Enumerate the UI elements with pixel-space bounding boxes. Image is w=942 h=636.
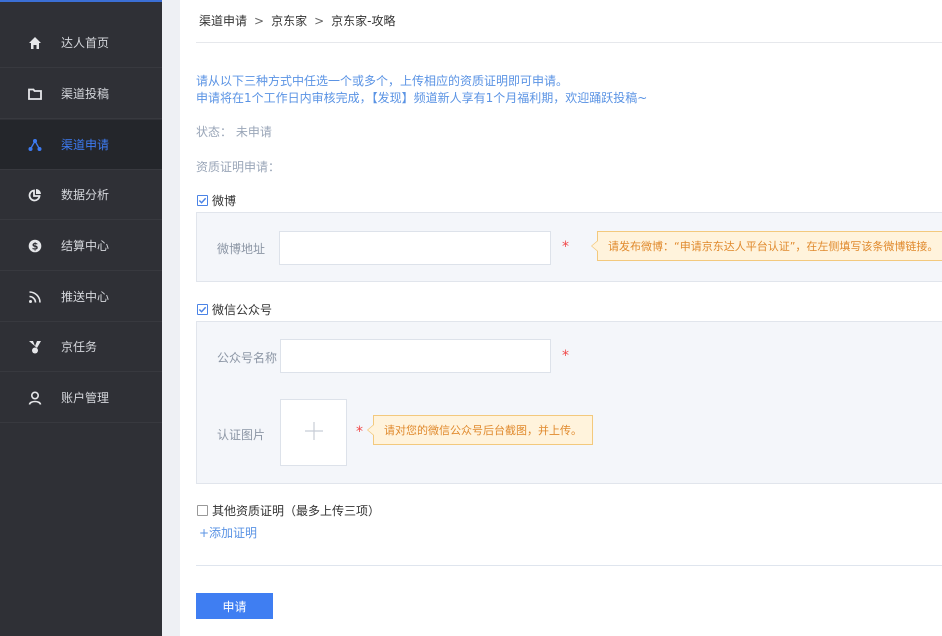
breadcrumb: 渠道申请 > 京东家 > 京东家-攻略: [199, 12, 396, 29]
sidebar-item-label: 数据分析: [61, 188, 110, 202]
wechat-checkbox-label: 微信公众号: [212, 303, 273, 317]
app-root: 达人首页 渠道投稿 渠道申请 数据分析 $ 结算中心 推送中心 京任务 账户管理…: [0, 0, 942, 636]
weibo-section: 微博地址 * 请发布微博：“申请京东达人平台认证”，在左侧填写该条微博链接。: [196, 212, 942, 282]
sidebar-item-label: 账户管理: [61, 391, 110, 405]
sidebar-item-label: 渠道投稿: [61, 87, 110, 101]
sidebar-item-tasks[interactable]: 京任务: [0, 322, 162, 372]
main-panel: 渠道申请 > 京东家 > 京东家-攻略 请从以下三种方式中任选一个或多个，上传相应的资质…: [180, 0, 942, 636]
breadcrumb-separator: >: [254, 14, 265, 28]
sidebar-top-accent: [0, 0, 162, 2]
checkbox-checked-icon: [197, 304, 208, 315]
dollar-coin-icon: $: [27, 238, 43, 254]
breadcrumb-divider: [196, 42, 942, 43]
svg-text:$: $: [32, 241, 39, 252]
weibo-checkbox[interactable]: 微博: [197, 192, 236, 209]
sidebar-item-submission[interactable]: 渠道投稿: [0, 69, 162, 119]
add-proof-link[interactable]: +添加证明: [199, 524, 257, 541]
apply-button[interactable]: 申请: [196, 593, 273, 619]
wechat-section: 公众号名称 * 认证图片 * 请对您的微信公众号后台截图，并上传。: [196, 321, 942, 484]
user-icon: [27, 390, 43, 406]
breadcrumb-item-current: 京东家-攻略: [331, 14, 396, 28]
weibo-tip: 请发布微博：“申请京东达人平台认证”，在左侧填写该条微博链接。: [590, 231, 942, 261]
medal-icon: [27, 339, 43, 355]
sidebar: 达人首页 渠道投稿 渠道申请 数据分析 $ 结算中心 推送中心 京任务 账户管理: [0, 0, 162, 636]
sidebar-item-label: 结算中心: [61, 239, 110, 253]
other-qualification-label: 其他资质证明（最多上传三项）: [212, 504, 381, 518]
required-mark: *: [562, 239, 569, 255]
checkbox-unchecked-icon: [197, 505, 208, 516]
wechat-tip: 请对您的微信公众号后台截图，并上传。: [367, 415, 593, 445]
sidebar-item-settlement[interactable]: $ 结算中心: [0, 221, 162, 271]
breadcrumb-item[interactable]: 京东家: [271, 14, 307, 28]
home-icon: [27, 35, 43, 51]
wechat-checkbox[interactable]: 微信公众号: [197, 301, 272, 318]
breadcrumb-item[interactable]: 渠道申请: [199, 14, 247, 28]
sidebar-item-label: 达人首页: [61, 36, 110, 50]
sidebar-item-account[interactable]: 账户管理: [0, 373, 162, 423]
sidebar-item-label: 京任务: [61, 340, 98, 354]
sidebar-item-label: 推送中心: [61, 290, 110, 304]
qualification-heading: 资质证明申请：: [196, 160, 281, 174]
sidebar-item-push[interactable]: 推送中心: [0, 272, 162, 322]
checkbox-checked-icon: [197, 195, 208, 206]
share-nodes-icon: [27, 137, 43, 153]
wechat-name-label: 公众号名称: [217, 351, 278, 365]
sidebar-item-label: 渠道申请: [61, 138, 110, 152]
breadcrumb-separator: >: [314, 14, 325, 28]
certification-image-label: 认证图片: [217, 428, 266, 442]
notice-line-2: 申请将在1个工作日内审核完成，【发现】频道新人享有1个月福利期，欢迎踊跃投稿~: [196, 91, 648, 105]
folder-icon: [27, 86, 43, 102]
notice-line-1: 请从以下三种方式中任选一个或多个，上传相应的资质证明即可申请。: [196, 74, 569, 88]
image-upload-button[interactable]: [280, 399, 347, 466]
sidebar-item-home[interactable]: 达人首页: [0, 18, 162, 68]
application-status: 状态： 未申请: [196, 125, 272, 139]
sidebar-item-analytics[interactable]: 数据分析: [0, 170, 162, 220]
other-qualification-checkbox[interactable]: 其他资质证明（最多上传三项）: [197, 502, 380, 519]
sidebar-item-channel-apply[interactable]: 渠道申请: [0, 120, 162, 170]
weibo-address-label: 微博地址: [217, 242, 266, 256]
plus-icon: [304, 421, 324, 444]
wechat-name-input[interactable]: [280, 339, 551, 373]
pie-chart-icon: [27, 187, 43, 203]
form-divider: [196, 565, 942, 566]
weibo-checkbox-label: 微博: [212, 194, 237, 208]
required-mark: *: [562, 348, 569, 364]
rss-icon: [27, 289, 43, 305]
weibo-address-input[interactable]: [279, 231, 551, 265]
required-mark: *: [356, 424, 363, 440]
